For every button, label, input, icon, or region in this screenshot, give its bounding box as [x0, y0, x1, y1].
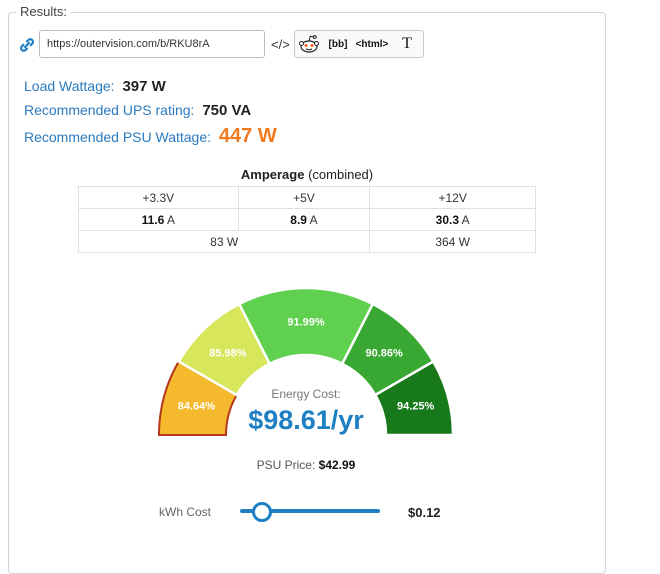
table-row: 11.6 A 8.9 A 30.3 A	[78, 208, 536, 231]
ups-rating-value: 750 VA	[202, 102, 252, 119]
embed-code-icon[interactable]: </>	[271, 37, 290, 52]
amps-unit: A	[309, 212, 318, 227]
amps-12v-value: 30.3	[435, 212, 459, 227]
amperage-title: Amperage (combined)	[78, 167, 536, 182]
amps-12v: 30.3 A	[369, 208, 536, 231]
amps-3v3: 11.6 A	[78, 208, 239, 231]
share-buttons: [bb] <html> T	[294, 30, 424, 58]
kwh-cost-value: $0.12	[408, 505, 441, 520]
amps-unit: A	[461, 212, 470, 227]
rail-12v: +12V	[369, 186, 536, 209]
bbcode-button[interactable]: [bb]	[323, 31, 353, 57]
amps-5v-value: 8.9	[290, 212, 307, 227]
link-icon[interactable]	[18, 37, 36, 53]
share-row: https://outervision.com/b/RKU8rA </> [bb…	[18, 30, 424, 60]
load-wattage-label: Load Wattage:	[24, 78, 115, 94]
ups-rating-label: Recommended UPS rating:	[24, 102, 195, 118]
gauge-segment-label: 85.98%	[209, 348, 247, 360]
rail-5v: +5V	[237, 186, 371, 209]
energy-cost-value: $98.61/yr	[248, 405, 364, 435]
gauge-segment-label: 90.86%	[365, 348, 403, 360]
watts-3v3-5v: 83 W	[77, 230, 371, 253]
amperage-title-bold: Amperage	[240, 167, 305, 182]
ups-rating: Recommended UPS rating: 750 VA	[24, 102, 251, 119]
psu-price-value: $42.99	[318, 458, 356, 472]
slider-thumb[interactable]	[252, 502, 272, 522]
amps-5v: 8.9 A	[237, 208, 371, 231]
energy-cost-label: Energy Cost:	[271, 387, 341, 401]
results-legend: Results:	[16, 4, 71, 19]
kwh-cost-label: kWh Cost	[159, 505, 212, 519]
amperage-subtitle: (combined)	[308, 167, 374, 182]
amperage-table: +3.3V +5V +12V 11.6 A 8.9 A 30.3 A 83 W …	[77, 186, 536, 253]
load-wattage-value: 397 W	[122, 78, 166, 95]
load-wattage: Load Wattage: 397 W	[24, 78, 166, 95]
psu-wattage-value: 447 W	[218, 125, 277, 147]
psu-price-label: PSU Price:	[256, 458, 316, 472]
kwh-cost-slider[interactable]	[240, 502, 380, 522]
psu-wattage: Recommended PSU Wattage: 447 W	[24, 125, 277, 148]
psu-price: PSU Price: $42.99	[200, 458, 412, 472]
table-row: +3.3V +5V +12V	[78, 186, 536, 209]
table-row: 83 W 364 W	[77, 230, 536, 253]
amps-3v3-value: 11.6	[141, 212, 165, 227]
psu-wattage-label: Recommended PSU Wattage:	[24, 129, 212, 145]
share-url-input[interactable]: https://outervision.com/b/RKU8rA	[39, 30, 265, 58]
gauge-segment-label: 91.99%	[287, 317, 325, 329]
amps-unit: A	[166, 212, 175, 227]
html-button[interactable]: <html>	[353, 31, 391, 57]
reddit-icon	[299, 35, 319, 53]
reddit-button[interactable]	[295, 31, 323, 57]
watts-12v: 364 W	[369, 230, 536, 253]
rail-3v3: +3.3V	[78, 186, 239, 209]
text-button[interactable]: T	[391, 31, 423, 57]
